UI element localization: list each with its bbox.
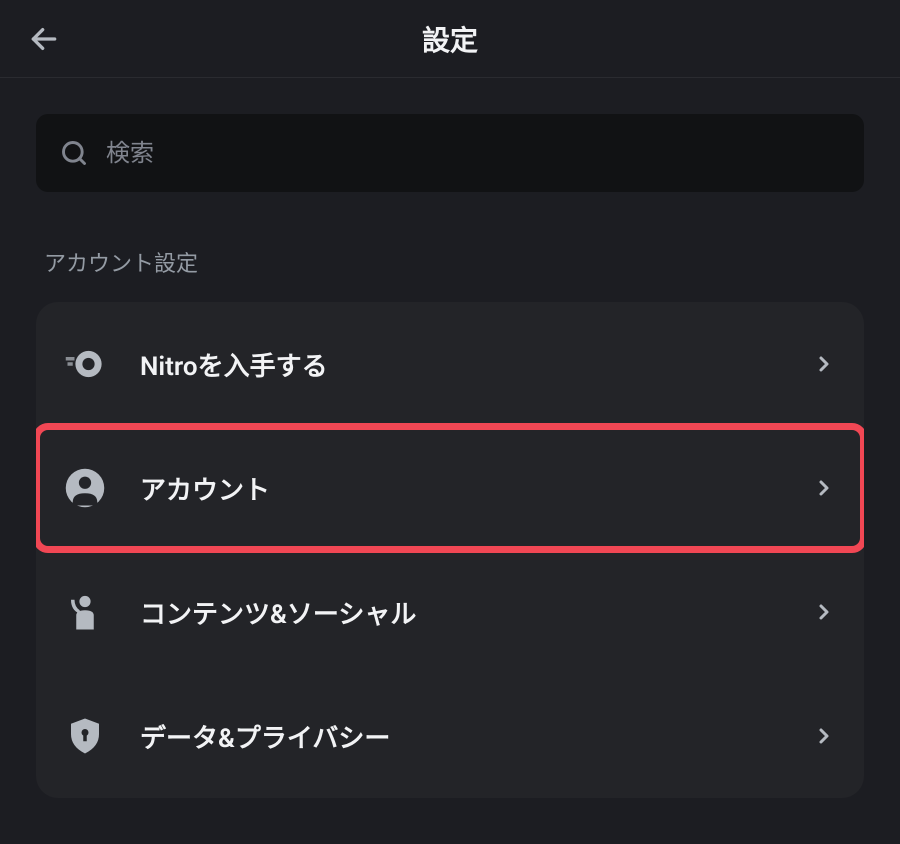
search-container[interactable]	[36, 114, 864, 192]
social-icon	[64, 591, 106, 633]
chevron-right-icon	[812, 476, 836, 500]
chevron-right-icon	[812, 724, 836, 748]
settings-item-content-social[interactable]: コンテンツ&ソーシャル	[36, 550, 864, 674]
settings-item-account[interactable]: アカウント	[36, 426, 864, 550]
item-label: コンテンツ&ソーシャル	[140, 594, 812, 631]
nitro-icon	[64, 343, 106, 385]
item-label: データ&プライバシー	[140, 718, 812, 755]
settings-item-data-privacy[interactable]: データ&プライバシー	[36, 674, 864, 798]
item-label: アカウント	[140, 470, 812, 507]
arrow-left-icon	[28, 23, 60, 55]
settings-list: Nitroを入手する アカウント	[36, 302, 864, 798]
privacy-icon	[64, 715, 106, 757]
chevron-right-icon	[812, 600, 836, 624]
header: 設定	[0, 0, 900, 78]
chevron-right-icon	[812, 352, 836, 376]
back-button[interactable]	[20, 15, 68, 63]
content: アカウント設定 Nitroを入手する	[0, 78, 900, 834]
account-icon	[64, 467, 106, 509]
page-title: 設定	[422, 19, 478, 59]
settings-item-nitro[interactable]: Nitroを入手する	[36, 302, 864, 426]
search-icon	[60, 139, 88, 167]
section-label: アカウント設定	[36, 246, 864, 278]
search-input[interactable]	[106, 139, 840, 167]
item-label: Nitroを入手する	[140, 346, 812, 383]
